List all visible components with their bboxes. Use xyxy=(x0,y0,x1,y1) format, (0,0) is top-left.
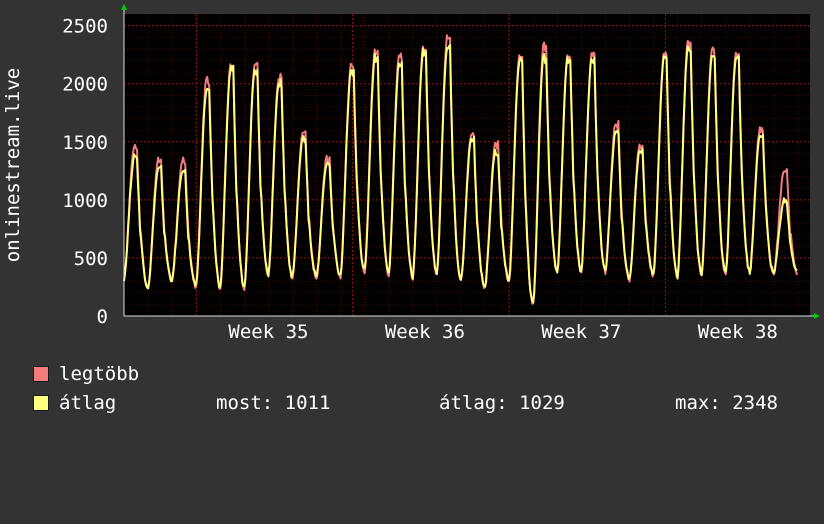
stat-current: most: 1011 xyxy=(216,392,331,414)
legend-swatch-avg xyxy=(33,395,49,411)
y-tick-label: 2000 xyxy=(62,74,108,96)
y-axis-label: onlinestream.live xyxy=(2,68,24,262)
y-tick-label: 0 xyxy=(97,306,108,328)
x-tick-label: Week 36 xyxy=(385,321,465,343)
x-axis-arrow-icon xyxy=(814,313,820,319)
legend-item-avg: átlag most: 1011 átlag: 1029 max: 2348 xyxy=(33,392,813,524)
x-tick-label: Week 37 xyxy=(541,321,621,343)
y-axis-arrow-icon xyxy=(121,4,127,10)
y-tick-labels: 0 500 1000 1500 2000 2500 xyxy=(62,16,108,328)
stat-average: átlag: 1029 xyxy=(439,392,565,414)
x-tick-label: Week 38 xyxy=(698,321,778,343)
y-tick-label: 500 xyxy=(74,248,108,270)
legend-label-avg: átlag xyxy=(59,392,117,414)
y-tick-label: 2500 xyxy=(62,16,108,38)
y-tick-label: 1000 xyxy=(62,190,108,212)
y-tick-label: 1500 xyxy=(62,132,108,154)
legend-label-max: legtöbb xyxy=(59,363,140,385)
stat-maximum: max: 2348 xyxy=(675,392,778,414)
x-tick-labels: Week 35 Week 36 Week 37 Week 38 xyxy=(228,321,777,343)
line-chart: 05001000150020002500 Week 35 Week 36 Week … xyxy=(2,4,820,343)
legend-swatch-max xyxy=(33,366,49,382)
x-tick-label: Week 35 xyxy=(228,321,308,343)
